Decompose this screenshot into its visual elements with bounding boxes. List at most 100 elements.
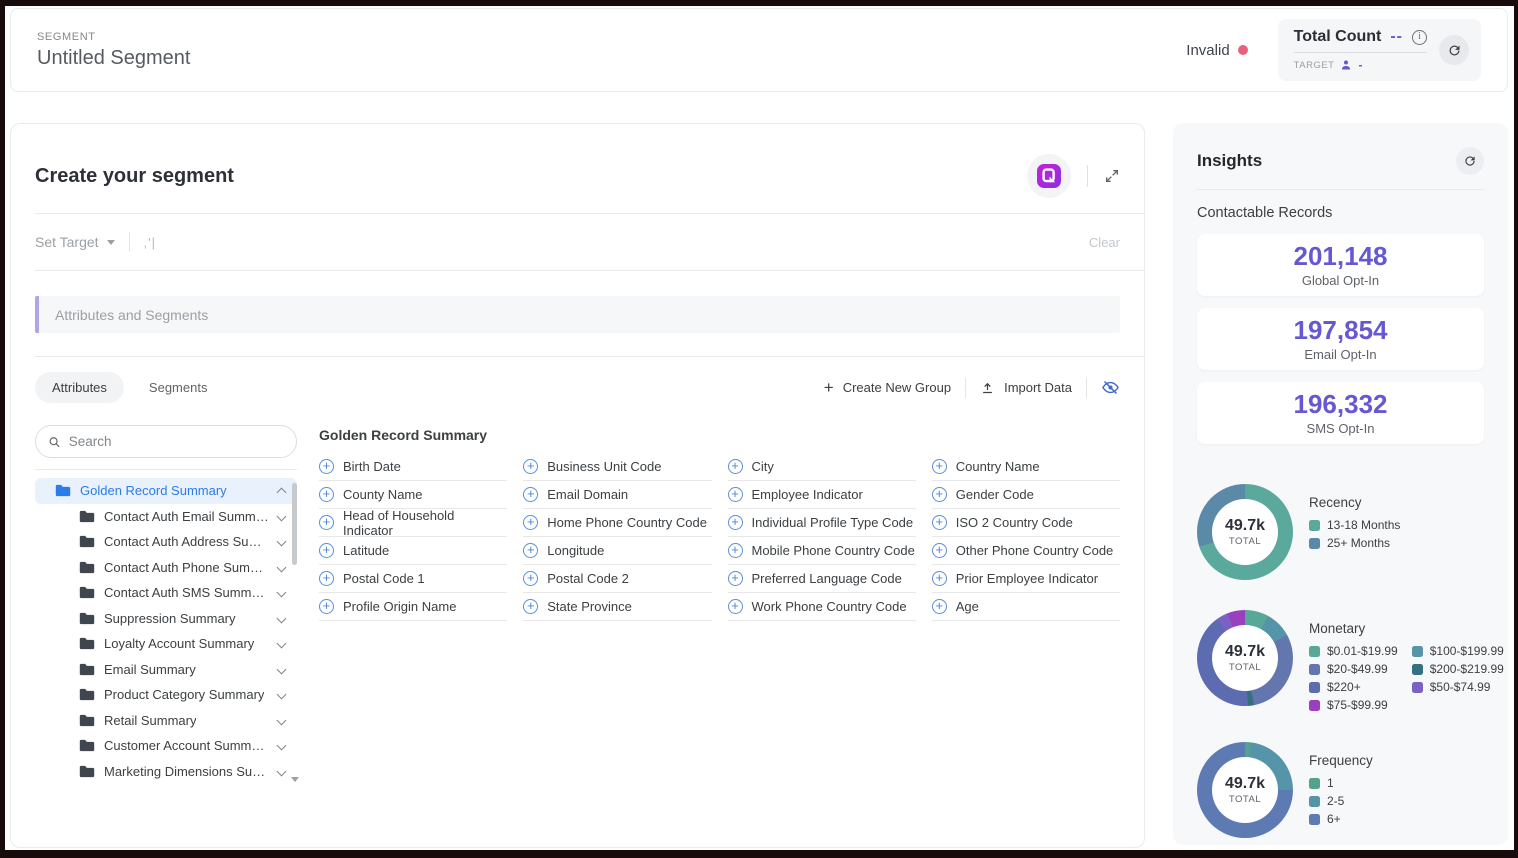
tree-item[interactable]: Golden Record Summary (35, 478, 297, 504)
attribute-item[interactable]: + Work Phone Country Code (728, 593, 916, 621)
info-icon[interactable]: i (1412, 30, 1427, 45)
tab-segments[interactable]: Segments (132, 372, 225, 403)
clear-button[interactable]: Clear (1089, 235, 1120, 250)
search-input[interactable] (69, 434, 284, 449)
plus-circle-icon[interactable]: + (932, 459, 947, 474)
scrollbar-thumb[interactable] (292, 483, 297, 565)
plus-circle-icon[interactable]: + (728, 515, 743, 530)
attribute-item[interactable]: + State Province (523, 593, 711, 621)
attribute-item[interactable]: + Mobile Phone Country Code (728, 537, 916, 565)
attribute-item[interactable]: + Gender Code (932, 481, 1120, 509)
plus-circle-icon[interactable]: + (319, 487, 334, 502)
chevron-down-icon[interactable] (277, 613, 287, 623)
attribute-item[interactable]: + Profile Origin Name (319, 593, 507, 621)
plus-circle-icon[interactable]: + (728, 543, 743, 558)
attribute-item[interactable]: + Country Name (932, 453, 1120, 481)
plus-circle-icon[interactable]: + (523, 515, 538, 530)
chevron-down-icon[interactable] (277, 562, 287, 572)
attribute-item[interactable]: + Age (932, 593, 1120, 621)
tree-scrollbar[interactable] (292, 483, 297, 775)
chart-legend: Frequency 1 2-5 6+ (1309, 753, 1373, 826)
expand-button[interactable] (1104, 168, 1120, 184)
plus-circle-icon[interactable]: + (523, 487, 538, 502)
attribute-item[interactable]: + City (728, 453, 916, 481)
plus-circle-icon[interactable]: + (523, 459, 538, 474)
plus-circle-icon[interactable]: + (932, 599, 947, 614)
plus-circle-icon[interactable]: + (932, 487, 947, 502)
plus-circle-icon[interactable]: + (319, 543, 334, 558)
attribute-item[interactable]: + Latitude (319, 537, 507, 565)
tree-item[interactable]: Contact Auth Address Summary (35, 529, 297, 555)
plus-circle-icon[interactable]: + (319, 459, 334, 474)
attribute-item[interactable]: + Preferred Language Code (728, 565, 916, 593)
import-data-button[interactable]: Import Data (980, 380, 1072, 395)
assistant-logo-button[interactable] (1027, 154, 1071, 198)
chevron-down-icon[interactable] (277, 741, 287, 751)
attribute-item[interactable]: + Postal Code 2 (523, 565, 711, 593)
hide-counts-button[interactable] (1101, 378, 1120, 397)
stat-label: Global Opt-In (1302, 273, 1379, 288)
tree-item[interactable]: Email Summary (35, 657, 297, 683)
chevron-down-icon[interactable] (277, 690, 287, 700)
plus-circle-icon[interactable]: + (319, 515, 334, 530)
legend-label: $0.01-$19.99 (1327, 644, 1398, 658)
segment-dropzone[interactable]: Attributes and Segments (35, 296, 1120, 333)
chevron-down-icon[interactable] (277, 537, 287, 547)
tree-item[interactable]: Suppression Summary (35, 606, 297, 632)
attribute-item[interactable]: + Other Phone Country Code (932, 537, 1120, 565)
plus-circle-icon[interactable]: + (728, 459, 743, 474)
attribute-item[interactable]: + Business Unit Code (523, 453, 711, 481)
tree-item[interactable]: Contact Auth Email Summary (35, 504, 297, 530)
attribute-item[interactable]: + Home Phone Country Code (523, 509, 711, 537)
stat-card: 201,148 Global Opt-In (1197, 234, 1484, 296)
attribute-item[interactable]: + Email Domain (523, 481, 711, 509)
tree-item[interactable]: Marketing Dimensions Summary (35, 759, 297, 785)
chevron-down-icon[interactable] (277, 664, 287, 674)
tree-item[interactable]: Retail Summary (35, 708, 297, 734)
attribute-item[interactable]: + County Name (319, 481, 507, 509)
tree-item-label: Contact Auth SMS Summary (104, 585, 269, 600)
chevron-down-icon[interactable] (277, 511, 287, 521)
plus-circle-icon[interactable]: + (932, 571, 947, 586)
chevron-down-icon[interactable] (277, 766, 287, 776)
plus-circle-icon[interactable]: + (523, 599, 538, 614)
refresh-count-button[interactable] (1439, 35, 1469, 65)
tree-item[interactable]: Customer Account Summary (35, 733, 297, 759)
plus-circle-icon[interactable]: + (932, 543, 947, 558)
create-new-group-button[interactable]: + Create New Group (824, 379, 951, 396)
legend-label: 13-18 Months (1327, 518, 1400, 532)
tab-attributes[interactable]: Attributes (35, 372, 124, 403)
chevron-down-icon[interactable] (277, 715, 287, 725)
attribute-item[interactable]: + Employee Indicator (728, 481, 916, 509)
chevron-down-icon[interactable] (277, 588, 287, 598)
attribute-item[interactable]: + Prior Employee Indicator (932, 565, 1120, 593)
plus-circle-icon[interactable]: + (523, 571, 538, 586)
plus-circle-icon[interactable]: + (728, 487, 743, 502)
refresh-insights-button[interactable] (1456, 147, 1484, 175)
plus-circle-icon[interactable]: + (523, 543, 538, 558)
tree-item[interactable]: Product Category Summary (35, 682, 297, 708)
tree-item[interactable]: Loyalty Account Summary (35, 631, 297, 657)
search-box[interactable] (35, 425, 297, 458)
attribute-item[interactable]: + Head of Household Indicator (319, 509, 507, 537)
attribute-item[interactable]: + ISO 2 Country Code (932, 509, 1120, 537)
attribute-item[interactable]: + Postal Code 1 (319, 565, 507, 593)
plus-circle-icon[interactable]: + (728, 599, 743, 614)
tree-item[interactable]: Contact Auth Phone Summary (35, 555, 297, 581)
text-cursor-icon[interactable]: ,'| (144, 235, 156, 250)
attribute-label: Email Domain (547, 487, 628, 502)
set-target-button[interactable]: Set Target (35, 234, 115, 250)
tree-item[interactable]: Contact Auth SMS Summary (35, 580, 297, 606)
scroll-down-arrow-icon[interactable] (291, 777, 299, 782)
attribute-item[interactable]: + Individual Profile Type Code (728, 509, 916, 537)
attribute-item[interactable]: + Birth Date (319, 453, 507, 481)
legend-swatch (1309, 814, 1320, 825)
plus-circle-icon[interactable]: + (932, 515, 947, 530)
attribute-item[interactable]: + Longitude (523, 537, 711, 565)
plus-circle-icon[interactable]: + (728, 571, 743, 586)
legend-swatch (1309, 646, 1320, 657)
plus-circle-icon[interactable]: + (319, 571, 334, 586)
chevron-up-icon[interactable] (277, 488, 287, 498)
plus-circle-icon[interactable]: + (319, 599, 334, 614)
chevron-down-icon[interactable] (277, 639, 287, 649)
